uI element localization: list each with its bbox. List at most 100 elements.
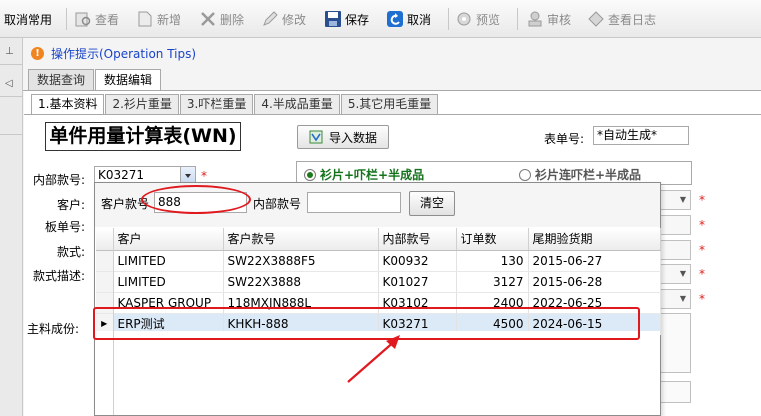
preview-gear-icon	[455, 10, 473, 28]
approve-stamp-icon	[526, 10, 544, 28]
required-mark: *	[699, 267, 705, 281]
clear-button[interactable]: 清空	[409, 191, 455, 216]
cell-internal-no: K01027	[378, 271, 457, 293]
annotation-arrow-icon	[347, 335, 400, 383]
delete-x-icon	[199, 10, 217, 28]
save-button[interactable]: 保存	[324, 6, 369, 32]
chevron-down-icon[interactable]: ▼	[676, 269, 690, 278]
internal-no-value: K03271	[98, 168, 145, 182]
radio-unselected-icon	[519, 168, 531, 181]
toolbar-label-1: 查看	[95, 12, 120, 27]
toolbar-label-0: 取消常用	[4, 12, 53, 27]
tips-text: 操作提示(Operation Tips)	[51, 47, 197, 61]
radio-label-2: 衫片连吓栏+半成品	[535, 168, 642, 182]
material-label: 主料成份:	[27, 322, 80, 336]
cell-customer-style: SW22X3888	[223, 271, 379, 293]
new-button[interactable]: 新增	[136, 6, 181, 32]
tab-data-edit[interactable]: 数据编辑	[95, 69, 162, 91]
view-log-button[interactable]: 查看日志	[587, 6, 656, 32]
sub-tabs: 1.基本资料 2.衫片重量 3.吓栏重量 4.半成品重量 5.其它用毛重量	[31, 94, 439, 115]
required-mark: *	[699, 292, 705, 306]
toolbar-label-5: 保存	[345, 12, 370, 27]
tab-rib-weight[interactable]: 3.吓栏重量	[179, 94, 254, 115]
toolbar-separator	[517, 8, 518, 30]
save-disk-icon	[324, 10, 342, 28]
style-field-tail[interactable]	[660, 240, 691, 260]
edit-pencil-icon	[261, 10, 279, 28]
toolbar-label-8: 审核	[547, 12, 572, 27]
chevron-down-icon[interactable]: ▼	[676, 294, 690, 303]
internal-no-search-input[interactable]	[307, 192, 401, 213]
main-tabs: 数据查询 数据编辑	[28, 69, 162, 91]
toolbar-label-3: 删除	[220, 12, 245, 27]
cell-customer-style: SW22X3888F5	[223, 250, 379, 272]
toolbar-label-2: 新增	[157, 12, 182, 27]
required-mark: *	[699, 218, 705, 232]
import-data-button[interactable]: 导入数据	[297, 125, 389, 149]
cancel-button[interactable]: 取消	[386, 6, 431, 32]
left-collapsed-panel: ⊥ ◁	[0, 38, 23, 416]
undo-arrow-icon	[386, 10, 404, 28]
row-indicator-header	[96, 228, 114, 251]
cell-customer: LIMITED	[113, 250, 224, 272]
row-indicator	[96, 250, 114, 272]
required-mark: *	[201, 169, 207, 183]
board-no-label: 板单号:	[45, 220, 86, 234]
view-button[interactable]: 查看	[74, 6, 119, 32]
divider	[0, 96, 23, 97]
import-label: 导入数据	[328, 130, 377, 145]
tab-basic-info[interactable]: 1.基本资料	[31, 94, 105, 115]
required-mark: *	[699, 243, 705, 257]
column-header-order-qty[interactable]: 订单数	[456, 228, 529, 251]
approve-button[interactable]: 审核	[526, 6, 571, 32]
internal-no-search-label: 内部款号	[253, 197, 302, 211]
grid-header: 客户 客户款号 内部款号 订单数 尾期验货期	[96, 228, 661, 251]
style-desc-label: 款式描述:	[33, 269, 86, 283]
tab-other-weight[interactable]: 5.其它用毛重量	[340, 94, 439, 115]
preview-button[interactable]: 预览	[455, 6, 500, 32]
radio-panel-joined-semi[interactable]: 衫片连吓栏+半成品	[519, 166, 641, 183]
tab-semi-weight[interactable]: 4.半成品重量	[254, 94, 340, 115]
cancel-favorite-button[interactable]: 取消常用	[4, 6, 52, 32]
column-header-final-inspection[interactable]: 尾期验货期	[528, 228, 661, 251]
highlight-ellipse	[141, 185, 251, 214]
new-doc-icon	[136, 10, 154, 28]
table-row[interactable]: LIMITED SW22X3888F5 K00932 130 2015-06-2…	[96, 250, 661, 272]
cell-customer: LIMITED	[113, 271, 224, 293]
column-header-internal-no[interactable]: 内部款号	[378, 228, 457, 251]
column-header-customer-style[interactable]: 客户款号	[223, 228, 379, 251]
order-no-label: 表单号:	[544, 132, 585, 146]
table-row[interactable]: LIMITED SW22X3888 K01027 3127 2015-06-28	[96, 271, 661, 293]
tab-panel-weight[interactable]: 2.衫片重量	[105, 94, 179, 115]
customer-label: 客户:	[57, 198, 86, 212]
internal-no-label: 内部款号:	[33, 173, 86, 187]
log-icon	[587, 10, 605, 28]
pin-icon[interactable]: ⊥	[5, 46, 14, 57]
order-no-field[interactable]: *自动生成*	[593, 126, 689, 145]
divider	[24, 114, 761, 115]
divider	[0, 134, 23, 135]
style-label: 款式:	[57, 245, 86, 259]
collapse-arrow-icon[interactable]: ◁	[5, 78, 13, 89]
warning-icon: !	[31, 47, 44, 60]
cell-order-qty: 130	[456, 250, 529, 272]
edit-button[interactable]: 修改	[261, 6, 306, 32]
toolbar-label-7: 预览	[476, 12, 501, 27]
column-header-customer[interactable]: 客户	[113, 228, 224, 251]
operation-tips[interactable]: ! 操作提示(Operation Tips)	[31, 45, 196, 62]
cell-final-inspection: 2015-06-27	[528, 250, 661, 272]
import-icon	[309, 130, 323, 144]
row-indicator	[96, 271, 114, 293]
board-field-tail[interactable]	[660, 215, 691, 235]
radio-label-1: 衫片+吓栏+半成品	[320, 168, 425, 182]
toolbar-label-4: 修改	[282, 12, 307, 27]
toolbar-label-9: 查看日志	[608, 12, 657, 27]
tab-data-query[interactable]: 数据查询	[28, 69, 95, 91]
radio-panel-rib-semi[interactable]: 衫片+吓栏+半成品	[304, 166, 424, 183]
cell-internal-no: K00932	[378, 250, 457, 272]
toolbar: 取消常用 查看 新增 删除 修改 保存 取消 预览 审核 查看日志	[0, 0, 761, 38]
chevron-down-icon[interactable]: ▼	[676, 195, 690, 204]
form-title: 单件用量计算表(WN)	[45, 122, 241, 151]
divider	[0, 64, 23, 65]
delete-button[interactable]: 删除	[199, 6, 244, 32]
